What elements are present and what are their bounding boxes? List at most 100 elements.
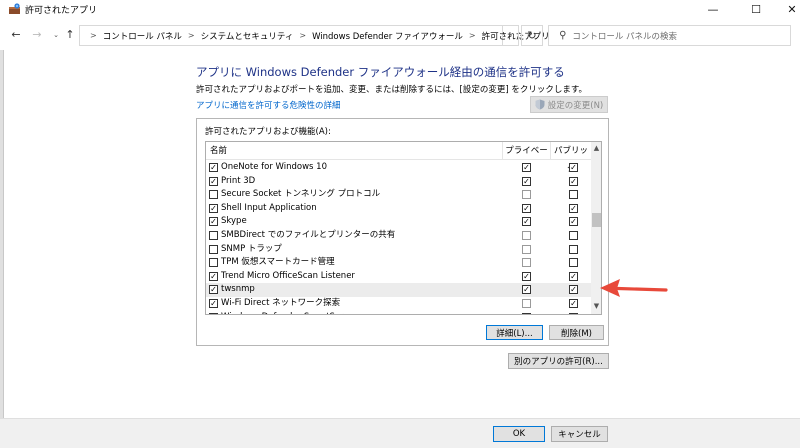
- list-item[interactable]: ✓ twsnmp ✓ ✓: [206, 283, 591, 297]
- public-checkbox[interactable]: [569, 190, 578, 200]
- private-checkbox[interactable]: [522, 230, 531, 240]
- details-button[interactable]: 詳細(L)...: [486, 325, 543, 340]
- allowed-apps-group: 許可されたアプリおよび機能(A): 名前 プライベート パブリック ✓OneNo…: [196, 118, 609, 346]
- list-item[interactable]: SMBDirect でのファイルとプリンターの共有: [206, 229, 591, 243]
- remove-button[interactable]: 削除(M): [549, 325, 604, 340]
- dialog-footer: OK キャンセル: [0, 418, 800, 448]
- enable-checkbox[interactable]: ✓: [209, 312, 218, 314]
- address-dropdown-button[interactable]: ⌄: [503, 25, 519, 46]
- column-header-name[interactable]: 名前: [210, 142, 227, 160]
- back-button[interactable]: ←: [8, 28, 24, 42]
- public-checkbox[interactable]: ✓: [569, 203, 578, 213]
- red-arrow-annotation: [600, 279, 668, 297]
- list-item[interactable]: ✓ Shell Input Application ✓ ✓: [206, 202, 591, 216]
- column-header-public[interactable]: パブリック: [550, 142, 591, 174]
- enable-checkbox[interactable]: [209, 244, 218, 254]
- public-checkbox[interactable]: ✓: [569, 285, 578, 295]
- app-name: twsnmp: [221, 284, 255, 295]
- address-bar[interactable]: > コントロール パネル > システムとセキュリティ > Windows Def…: [79, 25, 550, 46]
- app-name: Wi-Fi Direct ネットワーク探索: [221, 297, 341, 308]
- list-item[interactable]: ✓ Wi-Fi Direct ネットワーク探索 ✓: [206, 297, 591, 311]
- risk-details-link[interactable]: アプリに通信を許可する危険性の詳細: [196, 99, 341, 111]
- list-header: 名前 プライベート パブリック: [206, 142, 591, 174]
- list-item[interactable]: ✓ Print 3D ✓ ✓: [206, 175, 591, 189]
- public-checkbox[interactable]: ✓: [569, 312, 578, 314]
- private-checkbox[interactable]: ✓: [522, 271, 531, 281]
- app-name: Shell Input Application: [221, 202, 317, 213]
- enable-checkbox[interactable]: ✓: [209, 176, 218, 186]
- list-item[interactable]: SNMP トラップ: [206, 243, 591, 257]
- app-name: OneNote for Windows 10: [221, 162, 327, 172]
- search-box[interactable]: ⚲ コントロール パネルの検索: [548, 25, 791, 46]
- allow-another-app-button[interactable]: 別のアプリの許可(R)...: [508, 353, 609, 369]
- left-edge-strip: [0, 50, 4, 448]
- scroll-thumb[interactable]: [592, 213, 601, 227]
- enable-checkbox[interactable]: ✓: [209, 271, 218, 281]
- enable-checkbox[interactable]: ✓: [209, 217, 218, 227]
- minimize-button[interactable]: —: [693, 0, 733, 18]
- maximize-button[interactable]: ☐: [736, 0, 776, 18]
- ok-button[interactable]: OK: [493, 426, 545, 442]
- list-rows: ✓ OneNote for Windows 10 ✓ ✓ ✓ Print 3D ✓ ✓ Secu…: [206, 161, 591, 314]
- app-name: Windows Defender SmartScreen: [221, 311, 359, 314]
- navigation-bar: ← → ⌄ ↑ > コントロール パネル > システムとセキュリティ > Win…: [0, 20, 800, 50]
- app-name: Skype: [221, 216, 247, 227]
- breadcrumb-system-security[interactable]: システムとセキュリティ: [201, 30, 294, 42]
- chevron-right-icon: >: [90, 31, 97, 40]
- forward-button[interactable]: →: [29, 28, 45, 42]
- enable-checkbox[interactable]: ✓: [209, 163, 218, 172]
- close-button[interactable]: ✕: [772, 0, 800, 18]
- scroll-down-icon[interactable]: ▼: [591, 302, 601, 312]
- private-checkbox[interactable]: ✓: [522, 203, 531, 213]
- public-checkbox[interactable]: ✓: [569, 217, 578, 227]
- app-name: SMBDirect でのファイルとプリンターの共有: [221, 229, 396, 240]
- change-settings-button[interactable]: 設定の変更(N): [530, 96, 608, 113]
- enable-checkbox[interactable]: [209, 258, 218, 268]
- private-checkbox[interactable]: [522, 190, 531, 200]
- enable-checkbox[interactable]: ✓: [209, 298, 218, 308]
- private-checkbox[interactable]: [522, 244, 531, 254]
- private-checkbox[interactable]: ✓: [522, 217, 531, 227]
- app-name: SNMP トラップ: [221, 243, 282, 254]
- public-checkbox[interactable]: ✓: [569, 271, 578, 281]
- list-item[interactable]: Secure Socket トンネリング プロトコル: [206, 188, 591, 202]
- public-checkbox[interactable]: ✓: [569, 163, 578, 172]
- list-item[interactable]: ✓ Skype ✓ ✓: [206, 215, 591, 229]
- list-item[interactable]: TPM 仮想スマートカード管理: [206, 256, 591, 270]
- allowed-apps-list[interactable]: 名前 プライベート パブリック ✓OneNote for Windows 10✓…: [205, 141, 602, 315]
- search-placeholder: コントロール パネルの検索: [572, 31, 678, 42]
- enable-checkbox[interactable]: ✓: [209, 203, 218, 213]
- private-checkbox[interactable]: [522, 298, 531, 308]
- enable-checkbox[interactable]: ✓: [209, 285, 218, 295]
- list-item[interactable]: ✓Windows Defender SmartScreen✓✓: [206, 311, 591, 314]
- search-icon: ⚲: [559, 30, 567, 41]
- private-checkbox[interactable]: ✓: [522, 176, 531, 186]
- private-checkbox[interactable]: [522, 258, 531, 268]
- chevron-right-icon: >: [299, 31, 307, 40]
- public-checkbox[interactable]: ✓: [569, 176, 578, 186]
- public-checkbox[interactable]: [569, 244, 578, 254]
- instruction-text: 許可されたアプリおよびポートを追加、変更、または削除するには、[設定の変更] を…: [196, 85, 587, 95]
- public-checkbox[interactable]: [569, 258, 578, 268]
- public-checkbox[interactable]: [569, 230, 578, 240]
- enable-checkbox[interactable]: [209, 190, 218, 200]
- column-header-private[interactable]: プライベート: [502, 142, 550, 174]
- app-name: Secure Socket トンネリング プロトコル: [221, 189, 381, 200]
- enable-checkbox[interactable]: [209, 230, 218, 240]
- private-checkbox[interactable]: ✓: [522, 285, 531, 295]
- window-title: 許可されたアプリ: [25, 6, 98, 16]
- list-item[interactable]: ✓ Trend Micro OfficeScan Listener ✓ ✓: [206, 270, 591, 284]
- list-item[interactable]: ✓ OneNote for Windows 10 ✓ ✓: [206, 161, 591, 175]
- app-name: TPM 仮想スマートカード管理: [221, 257, 335, 268]
- refresh-button[interactable]: ↻: [521, 25, 543, 46]
- app-name: Trend Micro OfficeScan Listener: [221, 270, 355, 281]
- up-button[interactable]: ↑: [62, 28, 78, 42]
- scroll-up-icon[interactable]: ▲: [591, 144, 601, 154]
- public-checkbox[interactable]: ✓: [569, 298, 578, 308]
- cancel-button[interactable]: キャンセル: [551, 426, 608, 442]
- private-checkbox[interactable]: ✓: [522, 312, 531, 314]
- breadcrumb-firewall[interactable]: Windows Defender ファイアウォール: [312, 30, 463, 42]
- private-checkbox[interactable]: ✓: [522, 163, 531, 172]
- page-title: アプリに Windows Defender ファイアウォール経由の通信を許可する: [196, 65, 565, 79]
- breadcrumb-control-panel[interactable]: コントロール パネル: [103, 30, 182, 42]
